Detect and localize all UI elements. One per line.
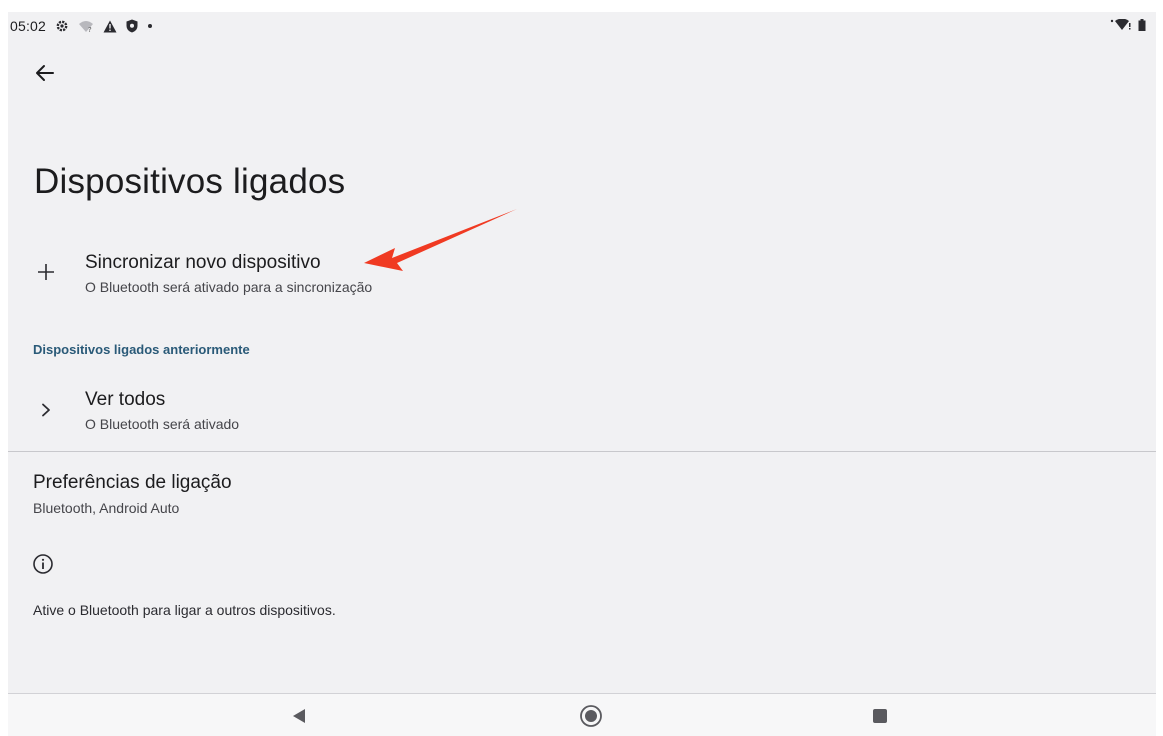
section-header-previous: Dispositivos ligados anteriormente <box>33 342 250 357</box>
plus-icon <box>28 254 64 290</box>
dot-icon <box>147 23 153 29</box>
connection-preferences-item[interactable]: Preferências de ligação Bluetooth, Andro… <box>8 464 1156 524</box>
nav-back-button[interactable] <box>287 704 311 728</box>
wifi-question-icon: ? <box>78 20 94 33</box>
status-time: 05:02 <box>10 18 47 34</box>
gear-icon <box>55 19 69 33</box>
connection-preferences-subtitle: Bluetooth, Android Auto <box>33 500 180 516</box>
status-right <box>1110 19 1146 31</box>
see-all-title: Ver todos <box>85 389 166 410</box>
recents-square-icon <box>873 709 887 723</box>
status-bar: 05:02 ? <box>8 12 1156 42</box>
wifi-signal-icon <box>1110 19 1132 31</box>
navigation-bar <box>8 693 1156 736</box>
page-title: Dispositivos ligados <box>34 162 346 201</box>
nav-recents-button[interactable] <box>868 704 892 728</box>
bluetooth-info-text: Ative o Bluetooth para ligar a outros di… <box>33 602 336 618</box>
home-circle-icon <box>580 705 602 727</box>
svg-text:?: ? <box>88 26 92 33</box>
settings-screen: 05:02 ? Dispositivos ligados Sincronizar… <box>8 12 1156 736</box>
chevron-right-icon <box>28 392 64 428</box>
divider <box>8 451 1156 452</box>
pair-new-device-title: Sincronizar novo dispositivo <box>85 252 321 273</box>
status-left: 05:02 ? <box>10 18 153 34</box>
see-all-subtitle: O Bluetooth será ativado <box>85 416 240 432</box>
back-triangle-icon <box>293 709 305 723</box>
pair-new-device-subtitle: O Bluetooth será ativado para a sincroni… <box>85 279 373 295</box>
see-all-item[interactable]: Ver todos O Bluetooth será ativado <box>8 378 1156 440</box>
back-button[interactable] <box>30 58 60 88</box>
connection-preferences-title: Preferências de ligação <box>33 472 232 493</box>
info-icon <box>32 553 56 577</box>
battery-icon <box>1138 19 1146 31</box>
annotation-arrow <box>364 209 517 271</box>
nav-home-button[interactable] <box>579 704 603 728</box>
arrow-left-icon <box>36 65 54 81</box>
shield-icon <box>126 19 138 33</box>
pair-new-device-item[interactable]: Sincronizar novo dispositivo O Bluetooth… <box>8 240 1156 310</box>
warning-icon <box>103 20 117 33</box>
